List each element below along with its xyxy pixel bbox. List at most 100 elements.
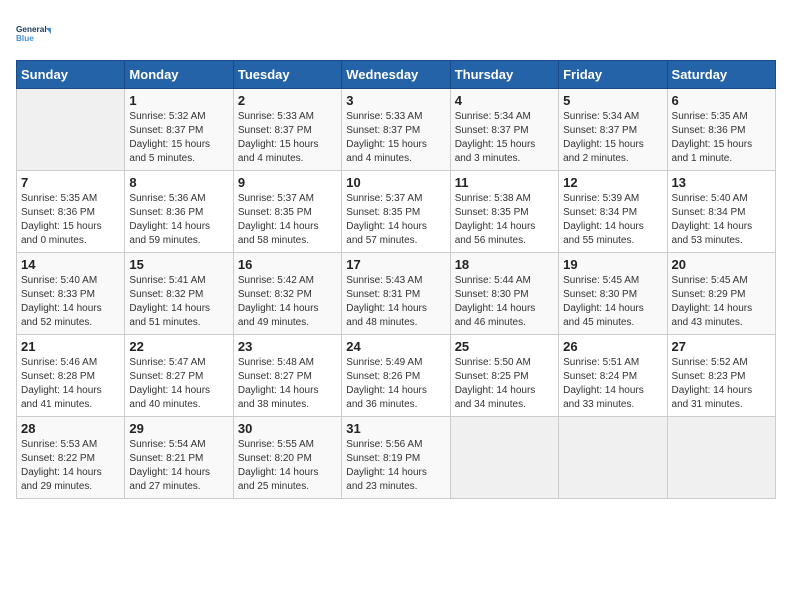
day-number: 19 <box>563 257 662 272</box>
svg-text:General: General <box>16 25 47 34</box>
day-info: Sunrise: 5:40 AM Sunset: 8:34 PM Dayligh… <box>672 192 771 248</box>
page-header: GeneralBlue <box>16 16 776 52</box>
calendar-week-row: 21Sunrise: 5:46 AM Sunset: 8:28 PM Dayli… <box>17 335 776 417</box>
day-info: Sunrise: 5:32 AM Sunset: 8:37 PM Dayligh… <box>129 110 228 166</box>
day-number: 27 <box>672 339 771 354</box>
day-info: Sunrise: 5:39 AM Sunset: 8:34 PM Dayligh… <box>563 192 662 248</box>
day-info: Sunrise: 5:36 AM Sunset: 8:36 PM Dayligh… <box>129 192 228 248</box>
calendar-cell: 14 Sunrise: 5:40 AM Sunset: 8:33 PM Dayli… <box>17 253 125 335</box>
weekday-header: Wednesday <box>342 61 450 89</box>
weekday-header: Thursday <box>450 61 558 89</box>
calendar-cell: 26Sunrise: 5:51 AM Sunset: 8:24 PM Dayli… <box>559 335 667 417</box>
calendar-cell: 18Sunrise: 5:44 AM Sunset: 8:30 PM Dayli… <box>450 253 558 335</box>
day-info: Sunrise: 5:49 AM Sunset: 8:26 PM Dayligh… <box>346 356 445 412</box>
day-info: Sunrise: 5:37 AM Sunset: 8:35 PM Dayligh… <box>238 192 337 248</box>
day-number: 20 <box>672 257 771 272</box>
calendar-table: SundayMondayTuesdayWednesdayThursdayFrid… <box>16 60 776 499</box>
day-number: 29 <box>129 421 228 436</box>
calendar-week-row: 28 Sunrise: 5:53 AM Sunset: 8:22 PM Dayli… <box>17 417 776 499</box>
day-info: Sunrise: 5:53 AM Sunset: 8:22 PM Dayligh… <box>21 438 120 494</box>
calendar-cell: 5Sunrise: 5:34 AM Sunset: 8:37 PM Daylig… <box>559 89 667 171</box>
calendar-cell <box>17 89 125 171</box>
svg-text:Blue: Blue <box>16 34 34 43</box>
day-number: 23 <box>238 339 337 354</box>
day-number: 18 <box>455 257 554 272</box>
logo-icon: GeneralBlue <box>16 16 52 52</box>
calendar-cell: 25 Sunrise: 5:50 AM Sunset: 8:25 PM Dayli… <box>450 335 558 417</box>
day-number: 7 <box>21 175 120 190</box>
day-number: 16 <box>238 257 337 272</box>
calendar-body: 1 Sunrise: 5:32 AM Sunset: 8:37 PM Daylig… <box>17 89 776 499</box>
day-number: 10 <box>346 175 445 190</box>
calendar-cell: 24Sunrise: 5:49 AM Sunset: 8:26 PM Dayli… <box>342 335 450 417</box>
calendar-cell <box>450 417 558 499</box>
day-info: Sunrise: 5:55 AM Sunset: 8:20 PM Dayligh… <box>238 438 337 494</box>
day-info: Sunrise: 5:47 AM Sunset: 8:27 PM Dayligh… <box>129 356 228 412</box>
calendar-cell: 31 Sunrise: 5:56 AM Sunset: 8:19 PM Dayli… <box>342 417 450 499</box>
day-info: Sunrise: 5:54 AM Sunset: 8:21 PM Dayligh… <box>129 438 228 494</box>
day-info: Sunrise: 5:34 AM Sunset: 8:37 PM Dayligh… <box>455 110 554 166</box>
day-info: Sunrise: 5:50 AM Sunset: 8:25 PM Dayligh… <box>455 356 554 412</box>
weekday-header: Saturday <box>667 61 775 89</box>
day-info: Sunrise: 5:40 AM Sunset: 8:33 PM Dayligh… <box>21 274 120 330</box>
calendar-cell: 7 Sunrise: 5:35 AM Sunset: 8:36 PM Daylig… <box>17 171 125 253</box>
day-number: 25 <box>455 339 554 354</box>
calendar-week-row: 7 Sunrise: 5:35 AM Sunset: 8:36 PM Daylig… <box>17 171 776 253</box>
day-info: Sunrise: 5:45 AM Sunset: 8:29 PM Dayligh… <box>672 274 771 330</box>
day-number: 8 <box>129 175 228 190</box>
day-number: 4 <box>455 93 554 108</box>
day-number: 1 <box>129 93 228 108</box>
day-number: 2 <box>238 93 337 108</box>
day-number: 5 <box>563 93 662 108</box>
logo: GeneralBlue <box>16 16 52 52</box>
weekday-row: SundayMondayTuesdayWednesdayThursdayFrid… <box>17 61 776 89</box>
day-number: 30 <box>238 421 337 436</box>
day-number: 31 <box>346 421 445 436</box>
day-info: Sunrise: 5:41 AM Sunset: 8:32 PM Dayligh… <box>129 274 228 330</box>
calendar-week-row: 1 Sunrise: 5:32 AM Sunset: 8:37 PM Daylig… <box>17 89 776 171</box>
day-info: Sunrise: 5:33 AM Sunset: 8:37 PM Dayligh… <box>238 110 337 166</box>
day-info: Sunrise: 5:52 AM Sunset: 8:23 PM Dayligh… <box>672 356 771 412</box>
calendar-cell: 3 Sunrise: 5:33 AM Sunset: 8:37 PM Daylig… <box>342 89 450 171</box>
day-number: 15 <box>129 257 228 272</box>
day-number: 11 <box>455 175 554 190</box>
calendar-cell: 23 Sunrise: 5:48 AM Sunset: 8:27 PM Dayli… <box>233 335 341 417</box>
calendar-cell: 6 Sunrise: 5:35 AM Sunset: 8:36 PM Daylig… <box>667 89 775 171</box>
weekday-header: Monday <box>125 61 233 89</box>
calendar-header: SundayMondayTuesdayWednesdayThursdayFrid… <box>17 61 776 89</box>
calendar-cell: 21Sunrise: 5:46 AM Sunset: 8:28 PM Dayli… <box>17 335 125 417</box>
calendar-cell: 13 Sunrise: 5:40 AM Sunset: 8:34 PM Dayli… <box>667 171 775 253</box>
calendar-cell: 9 Sunrise: 5:37 AM Sunset: 8:35 PM Daylig… <box>233 171 341 253</box>
calendar-cell <box>559 417 667 499</box>
calendar-cell: 22Sunrise: 5:47 AM Sunset: 8:27 PM Dayli… <box>125 335 233 417</box>
calendar-cell: 20 Sunrise: 5:45 AM Sunset: 8:29 PM Dayli… <box>667 253 775 335</box>
calendar-cell: 30 Sunrise: 5:55 AM Sunset: 8:20 PM Dayli… <box>233 417 341 499</box>
day-info: Sunrise: 5:33 AM Sunset: 8:37 PM Dayligh… <box>346 110 445 166</box>
day-info: Sunrise: 5:43 AM Sunset: 8:31 PM Dayligh… <box>346 274 445 330</box>
day-info: Sunrise: 5:35 AM Sunset: 8:36 PM Dayligh… <box>21 192 120 248</box>
calendar-cell <box>667 417 775 499</box>
day-number: 14 <box>21 257 120 272</box>
day-info: Sunrise: 5:46 AM Sunset: 8:28 PM Dayligh… <box>21 356 120 412</box>
calendar-cell: 4 Sunrise: 5:34 AM Sunset: 8:37 PM Daylig… <box>450 89 558 171</box>
day-number: 28 <box>21 421 120 436</box>
calendar-cell: 15 Sunrise: 5:41 AM Sunset: 8:32 PM Dayli… <box>125 253 233 335</box>
day-info: Sunrise: 5:48 AM Sunset: 8:27 PM Dayligh… <box>238 356 337 412</box>
day-info: Sunrise: 5:35 AM Sunset: 8:36 PM Dayligh… <box>672 110 771 166</box>
weekday-header: Tuesday <box>233 61 341 89</box>
calendar-week-row: 14 Sunrise: 5:40 AM Sunset: 8:33 PM Dayli… <box>17 253 776 335</box>
day-number: 6 <box>672 93 771 108</box>
day-number: 12 <box>563 175 662 190</box>
day-info: Sunrise: 5:45 AM Sunset: 8:30 PM Dayligh… <box>563 274 662 330</box>
day-info: Sunrise: 5:38 AM Sunset: 8:35 PM Dayligh… <box>455 192 554 248</box>
day-info: Sunrise: 5:42 AM Sunset: 8:32 PM Dayligh… <box>238 274 337 330</box>
day-number: 17 <box>346 257 445 272</box>
day-number: 9 <box>238 175 337 190</box>
day-number: 13 <box>672 175 771 190</box>
weekday-header: Friday <box>559 61 667 89</box>
day-info: Sunrise: 5:56 AM Sunset: 8:19 PM Dayligh… <box>346 438 445 494</box>
calendar-cell: 1 Sunrise: 5:32 AM Sunset: 8:37 PM Daylig… <box>125 89 233 171</box>
calendar-cell: 2 Sunrise: 5:33 AM Sunset: 8:37 PM Daylig… <box>233 89 341 171</box>
day-number: 3 <box>346 93 445 108</box>
calendar-cell: 28 Sunrise: 5:53 AM Sunset: 8:22 PM Dayli… <box>17 417 125 499</box>
